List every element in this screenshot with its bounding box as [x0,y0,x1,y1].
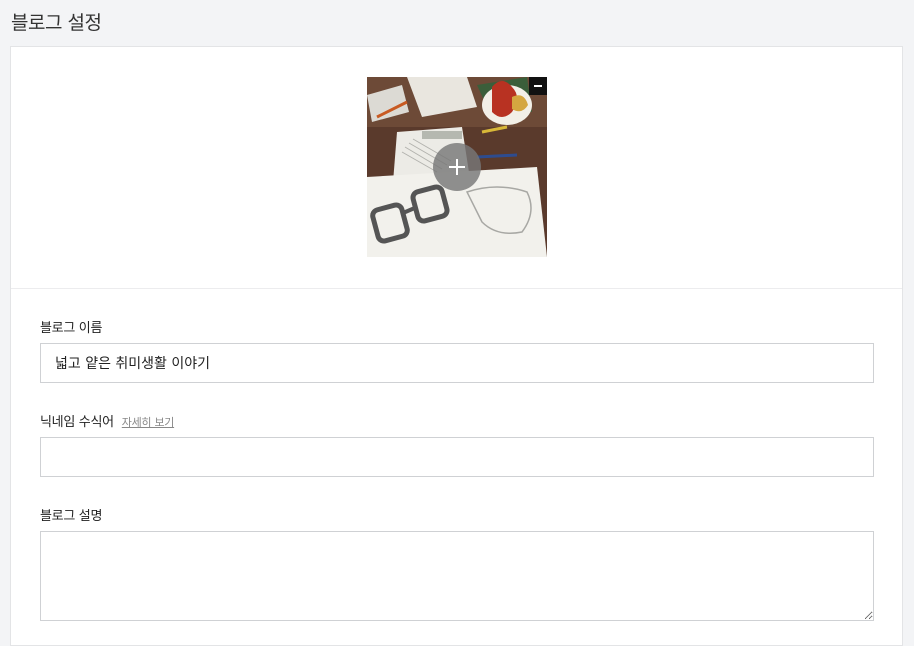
nickname-modifier-input[interactable] [40,437,874,477]
nickname-help-link[interactable]: 자세히 보기 [122,416,175,429]
blog-image [367,77,547,257]
page-title: 블로그 설정 [11,12,102,34]
add-image-button[interactable] [433,143,481,191]
blog-description-textarea[interactable] [40,531,874,621]
blog-name-input[interactable] [40,343,874,383]
blog-image-section [11,47,902,289]
blog-name-label: 블로그 이름 [40,321,103,336]
nickname-modifier-label: 닉네임 수식어 [40,415,114,430]
blog-description-label: 블로그 설명 [40,509,103,524]
remove-image-button[interactable] [529,77,547,95]
settings-card: 블로그 이름 닉네임 수식어 자세히 보기 블로그 설명 [10,46,903,646]
nickname-modifier-label-row: 닉네임 수식어 자세히 보기 [40,411,174,430]
